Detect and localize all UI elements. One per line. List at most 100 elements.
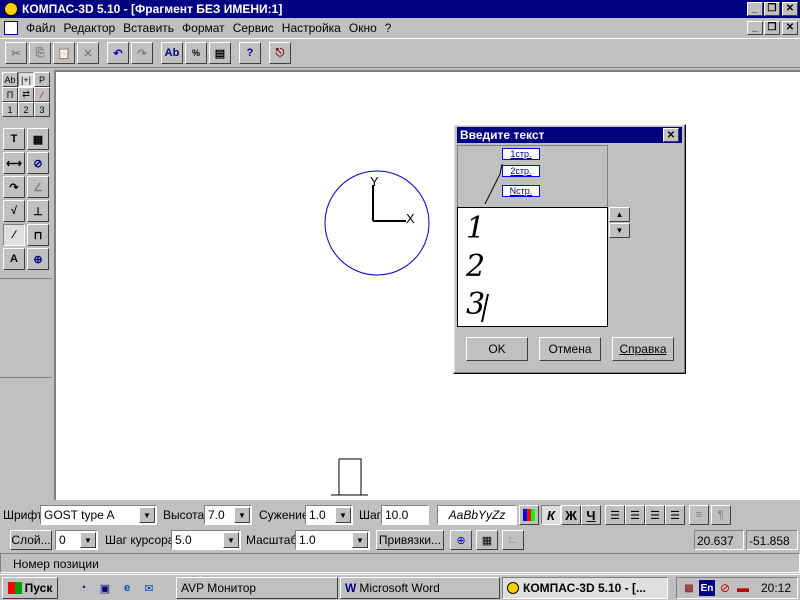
menu-insert[interactable]: Вставить (119, 21, 178, 35)
linear-dim-icon[interactable]: ⟷ (3, 152, 25, 174)
copy-icon[interactable]: ⎘ (29, 42, 51, 64)
ortho-icon[interactable]: ∟ (502, 530, 524, 550)
chevron-down-icon[interactable]: ▼ (335, 507, 351, 523)
close-button[interactable]: ✕ (782, 2, 798, 16)
help-button[interactable]: Справка (612, 337, 674, 361)
text-entry-area[interactable]: 1 2 3 (457, 207, 608, 327)
menu-service[interactable]: Сервис (229, 21, 278, 35)
special-symbol-icon[interactable]: % (185, 42, 207, 64)
tool-small-4[interactable]: П (2, 87, 18, 102)
table-tool-icon[interactable]: ▦ (27, 128, 49, 150)
coord-y: -51.858 (746, 530, 798, 550)
list-icon[interactable]: ≡ (689, 505, 709, 525)
angle-dim-icon[interactable]: ∠ (27, 176, 49, 198)
align-left-icon[interactable]: ☰ (605, 505, 625, 525)
leader-icon[interactable]: ∕ (3, 224, 25, 246)
doc-minimize-button[interactable]: _ (747, 21, 763, 35)
layer-select[interactable]: 0 ▼ (55, 530, 98, 550)
diameter-dim-icon[interactable]: ⊘ (27, 152, 49, 174)
tray-k-icon[interactable]: ▩ (681, 580, 697, 596)
tray-app-icon[interactable]: ▬ (735, 580, 751, 596)
tray-antivirus-icon[interactable]: ⊘ (717, 580, 733, 596)
tool-small-1[interactable]: Аb (2, 72, 18, 87)
view-arrow-icon[interactable]: A (3, 248, 25, 270)
chevron-down-icon[interactable]: ▼ (139, 507, 155, 523)
quicklaunch-ie-icon[interactable]: e (118, 579, 136, 597)
menu-help[interactable]: ? (381, 21, 396, 35)
text-line-2[interactable]: 2 (466, 251, 485, 283)
context-help-icon[interactable]: ? (239, 42, 261, 64)
position-leader-icon[interactable]: ⊓ (27, 224, 49, 246)
line-up-button[interactable]: ▲ (609, 207, 630, 222)
roughness-icon[interactable]: √ (3, 200, 25, 222)
menu-edit[interactable]: Редактор (60, 21, 120, 35)
bold-button[interactable]: Ж (561, 505, 581, 525)
tool-small-7[interactable]: 1 (2, 102, 18, 117)
doc-close-button[interactable]: ✕ (782, 21, 798, 35)
paragraph-icon[interactable]: ¶ (711, 505, 731, 525)
underline-button[interactable]: Ч (581, 505, 601, 525)
tool-small-6[interactable]: ∕ (34, 87, 50, 102)
restore-button[interactable]: ❐ (764, 2, 780, 16)
scale-select[interactable]: 1.0 ▼ (295, 530, 370, 550)
task-kompas[interactable]: КОМПАС-3D 5.10 - [... (502, 577, 668, 599)
quicklaunch-desktop-icon[interactable]: ▣ (96, 579, 114, 597)
quicklaunch-shield-icon[interactable]: ◔ (74, 579, 92, 597)
chevron-down-icon[interactable]: ▼ (223, 532, 239, 548)
delete-icon[interactable]: ✕ (77, 42, 99, 64)
cut-icon[interactable]: ✂ (5, 42, 27, 64)
chevron-down-icon[interactable]: ▼ (80, 532, 96, 548)
layer-button[interactable]: Слой... (10, 530, 52, 550)
step-input[interactable]: 10.0 (381, 505, 429, 525)
grid-icon[interactable]: ▦ (476, 530, 498, 550)
cursor-step-select[interactable]: 5.0 ▼ (171, 530, 241, 550)
spellcheck-icon[interactable]: Ab (161, 42, 183, 64)
line-down-button[interactable]: ▼ (609, 223, 630, 238)
chevron-down-icon[interactable]: ▼ (234, 507, 250, 523)
undo-icon[interactable]: ↶ (107, 42, 129, 64)
task-microsoft-word[interactable]: W Microsoft Word (340, 577, 500, 599)
narrow-select[interactable]: 1.0 ▼ (305, 505, 353, 525)
tool-small-3[interactable]: Р (34, 72, 50, 87)
menu-format[interactable]: Формат (178, 21, 229, 35)
center-mark-icon[interactable]: ⊕ (27, 248, 49, 270)
minimize-button[interactable]: _ (747, 2, 763, 16)
menu-settings[interactable]: Настройка (278, 21, 345, 35)
ok-button[interactable]: OK (466, 337, 528, 361)
exit-icon[interactable]: ⎋ (269, 42, 291, 64)
drawing-canvas[interactable]: Y X (54, 70, 800, 500)
text-line-1[interactable]: 1 (466, 213, 485, 245)
height-select[interactable]: 7.0 ▼ (204, 505, 252, 525)
quicklaunch-outlook-icon[interactable]: ✉ (140, 579, 158, 597)
color-icon[interactable] (519, 505, 539, 525)
menu-file[interactable]: Файл (22, 21, 60, 35)
language-indicator[interactable]: En (699, 580, 715, 596)
font-select[interactable]: GOST type A ▼ (40, 505, 157, 525)
task-avp-monitor[interactable]: AVP Монитор (176, 577, 338, 599)
insert-text-icon[interactable]: ▤ (209, 42, 231, 64)
doc-restore-button[interactable]: ❐ (764, 21, 780, 35)
chevron-down-icon[interactable]: ▼ (352, 532, 368, 548)
align-right-icon[interactable]: ☰ (645, 505, 665, 525)
italic-button[interactable]: К (541, 505, 561, 525)
tool-small-2[interactable]: |+| (18, 72, 34, 87)
x-axis-label: X (406, 211, 415, 226)
align-justify-icon[interactable]: ☰ (665, 505, 685, 525)
cancel-button[interactable]: Отмена (539, 337, 601, 361)
radial-dim-icon[interactable]: ↷ (3, 176, 25, 198)
start-button[interactable]: Пуск (2, 577, 58, 599)
paste-icon[interactable]: 📋 (53, 42, 75, 64)
doc-icon[interactable] (4, 21, 18, 35)
tool-small-5[interactable]: ⇄ (18, 87, 34, 102)
text-tool-icon[interactable]: T (3, 128, 25, 150)
snap-mode-icon[interactable]: ⊕ (450, 530, 472, 550)
dialog-close-button[interactable]: ✕ (663, 128, 679, 142)
base-icon[interactable]: ⊥ (27, 200, 49, 222)
menu-window[interactable]: Окно (345, 21, 381, 35)
redo-icon[interactable]: ↷ (131, 42, 153, 64)
tool-small-8[interactable]: 2 (18, 102, 34, 117)
step-label: Шаг (359, 508, 382, 522)
tool-small-9[interactable]: 3 (34, 102, 50, 117)
align-center-icon[interactable]: ☰ (625, 505, 645, 525)
snap-button[interactable]: Привязки... (376, 530, 444, 550)
